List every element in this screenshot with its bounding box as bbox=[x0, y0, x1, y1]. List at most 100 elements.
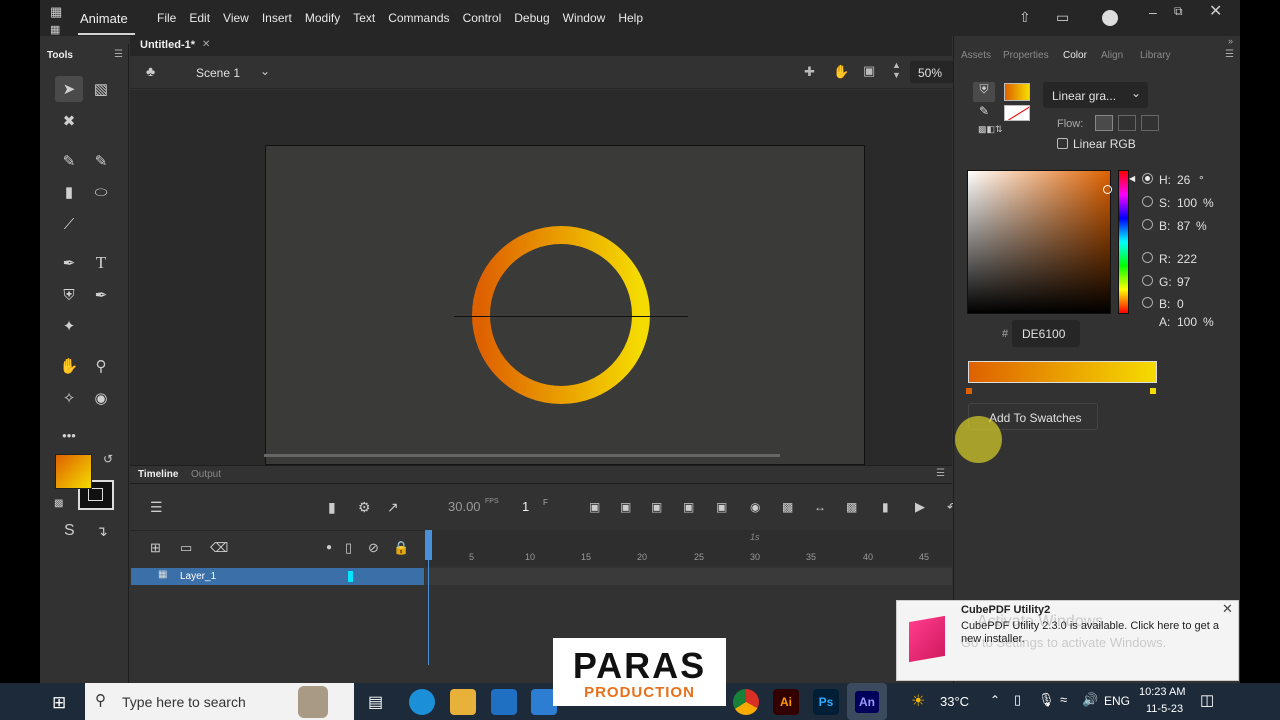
flow-repeat-button[interactable] bbox=[1141, 115, 1159, 131]
windows-start-icon[interactable]: ⊞ bbox=[52, 693, 66, 713]
collapse-icon[interactable]: » bbox=[1228, 36, 1233, 46]
gradient-stop-start[interactable] bbox=[965, 387, 973, 395]
gradient-handle-line[interactable] bbox=[454, 316, 688, 317]
gradient-ring[interactable] bbox=[461, 215, 661, 415]
oval-tool-icon[interactable]: ⬭ bbox=[87, 179, 115, 205]
scene-chevron-down-icon[interactable]: ⌄ bbox=[260, 64, 270, 78]
edge-icon[interactable] bbox=[409, 689, 435, 715]
illustrator-icon[interactable]: Ai bbox=[773, 689, 799, 715]
hex-field[interactable]: DE6100 bbox=[1012, 320, 1080, 347]
fill-swatch[interactable] bbox=[1004, 83, 1030, 101]
eyedropper-tool-icon[interactable]: ✒ bbox=[87, 282, 115, 308]
menu-insert[interactable]: Insert bbox=[262, 11, 292, 25]
saturation-value[interactable]: 100 bbox=[1177, 196, 1197, 210]
snap-icon[interactable]: ✚ bbox=[804, 64, 815, 80]
smooth-icon[interactable]: S bbox=[64, 522, 75, 540]
swap-colors-icon[interactable]: ↺ bbox=[103, 452, 113, 466]
add-layer-icon[interactable]: ⊞ bbox=[150, 540, 161, 556]
frame-track[interactable] bbox=[425, 568, 952, 585]
layer-name[interactable]: Layer_1 bbox=[180, 571, 216, 582]
blue-value[interactable]: 0 bbox=[1177, 297, 1184, 311]
fill-color-swatch[interactable] bbox=[55, 454, 92, 489]
insert-keyframe-icon[interactable]: ▣ bbox=[589, 500, 600, 514]
language-indicator[interactable]: ENG bbox=[1104, 694, 1130, 708]
step-back-icon[interactable]: ▮ bbox=[882, 500, 889, 514]
menu-window[interactable]: Window bbox=[563, 11, 606, 25]
menu-view[interactable]: View bbox=[223, 11, 249, 25]
file-explorer-icon[interactable] bbox=[450, 689, 476, 715]
clip-content-icon[interactable]: ▣ bbox=[863, 63, 875, 79]
default-colors-icon[interactable]: ▩ bbox=[54, 498, 63, 509]
alpha-value[interactable]: 100 bbox=[1177, 315, 1197, 329]
timeline-menu-icon[interactable]: ☰ bbox=[936, 468, 945, 479]
paint-brush-tool-icon[interactable]: ✎ bbox=[87, 148, 115, 174]
panel-menu-icon[interactable]: ☰ bbox=[1225, 49, 1234, 60]
hue-slider[interactable] bbox=[1118, 170, 1129, 314]
brightness-radio[interactable] bbox=[1142, 219, 1153, 230]
menu-debug[interactable]: Debug bbox=[514, 11, 549, 25]
saturation-radio[interactable] bbox=[1142, 196, 1153, 207]
wifi-icon[interactable]: ≈ bbox=[1060, 692, 1067, 707]
layers-icon[interactable]: ☰ bbox=[150, 499, 163, 516]
store-icon[interactable] bbox=[491, 689, 517, 715]
close-tab-icon[interactable]: ✕ bbox=[202, 39, 210, 50]
layer-row[interactable] bbox=[131, 568, 424, 585]
play-test-icon[interactable] bbox=[1102, 10, 1118, 26]
notification-toast[interactable]: CubePDF Utility2 CubePDF Utility 2.3.0 i… bbox=[896, 600, 1239, 681]
text-tool-icon[interactable]: T bbox=[87, 250, 115, 276]
swap-icon[interactable]: ▩◧⇅ bbox=[978, 124, 1003, 135]
loop-icon[interactable]: ↔ bbox=[814, 500, 826, 514]
center-frame-icon[interactable]: ▩ bbox=[846, 500, 857, 514]
onion-skin-icon[interactable]: ◉ bbox=[750, 500, 760, 514]
red-radio[interactable] bbox=[1142, 252, 1153, 263]
restore-icon[interactable]: ⧉ bbox=[1174, 4, 1183, 19]
weather-icon[interactable]: ☀ bbox=[911, 691, 925, 711]
blue-radio[interactable] bbox=[1142, 297, 1153, 308]
eraser-tool-icon[interactable]: ▮ bbox=[55, 179, 83, 205]
weather-temp[interactable]: 33°C bbox=[940, 694, 969, 709]
hand-tool-icon[interactable]: ✋ bbox=[55, 353, 83, 379]
free-transform-tool-icon[interactable]: ▧ bbox=[87, 76, 115, 102]
fill-type-select[interactable]: Linear gra... ⌄ bbox=[1043, 82, 1148, 108]
stage[interactable] bbox=[265, 145, 865, 465]
gradient-stop-end[interactable] bbox=[1149, 387, 1157, 395]
outline-icon[interactable]: ▯ bbox=[345, 540, 352, 556]
brightness-value[interactable]: 87 bbox=[1177, 219, 1190, 233]
pin-tool-icon[interactable]: ✦ bbox=[55, 313, 83, 339]
tab-timeline[interactable]: Timeline bbox=[138, 469, 178, 480]
clock-time[interactable]: 10:23 AM bbox=[1139, 686, 1185, 698]
flow-reflect-button[interactable] bbox=[1118, 115, 1136, 131]
shape-tween-icon[interactable]: ▣ bbox=[716, 500, 727, 514]
edit-multiple-frames-icon[interactable]: ▩ bbox=[782, 500, 793, 514]
workspace-icon[interactable]: ▦ bbox=[50, 23, 60, 36]
hue-arrow-icon[interactable]: ◀ bbox=[1129, 174, 1135, 183]
play-icon[interactable]: ▶ bbox=[915, 499, 925, 515]
grid-icon[interactable]: ▦ bbox=[50, 4, 62, 20]
fill-mode-button[interactable]: ⛨ bbox=[973, 82, 995, 102]
color-picker-field[interactable] bbox=[967, 170, 1111, 314]
tray-chevron-up-icon[interactable]: ⌃ bbox=[990, 693, 1000, 707]
lock-icon[interactable]: 🔒 bbox=[393, 540, 409, 556]
menu-file[interactable]: File bbox=[157, 11, 176, 25]
volume-icon[interactable]: 🔊 bbox=[1082, 692, 1098, 708]
straighten-icon[interactable]: ↴ bbox=[96, 523, 108, 540]
parenting-icon[interactable]: ⚙ bbox=[358, 499, 371, 516]
tab-properties[interactable]: Properties bbox=[1003, 50, 1049, 61]
gradient-bar[interactable] bbox=[968, 361, 1157, 383]
close-icon[interactable]: ✕ bbox=[1209, 1, 1222, 21]
clock-date[interactable]: 11-5-23 bbox=[1146, 703, 1183, 715]
minimize-icon[interactable]: – bbox=[1149, 4, 1157, 20]
line-tool-icon[interactable]: ⟋ bbox=[55, 211, 83, 237]
screen-icon[interactable]: ▭ bbox=[1056, 9, 1069, 26]
hue-radio[interactable] bbox=[1142, 173, 1153, 184]
menu-edit[interactable]: Edit bbox=[189, 11, 210, 25]
stroke-swatch[interactable] bbox=[1004, 105, 1030, 121]
menu-help[interactable]: Help bbox=[618, 11, 643, 25]
layer-color-tag[interactable] bbox=[348, 571, 353, 582]
graph-icon[interactable]: ↗ bbox=[387, 499, 399, 516]
fps-value[interactable]: 30.00 bbox=[448, 499, 481, 514]
task-view-icon[interactable]: ▤ bbox=[368, 692, 383, 712]
notification-center-icon[interactable]: ◫ bbox=[1200, 691, 1214, 709]
animate-taskbar-icon[interactable]: An bbox=[847, 683, 887, 720]
menu-control[interactable]: Control bbox=[463, 11, 502, 25]
